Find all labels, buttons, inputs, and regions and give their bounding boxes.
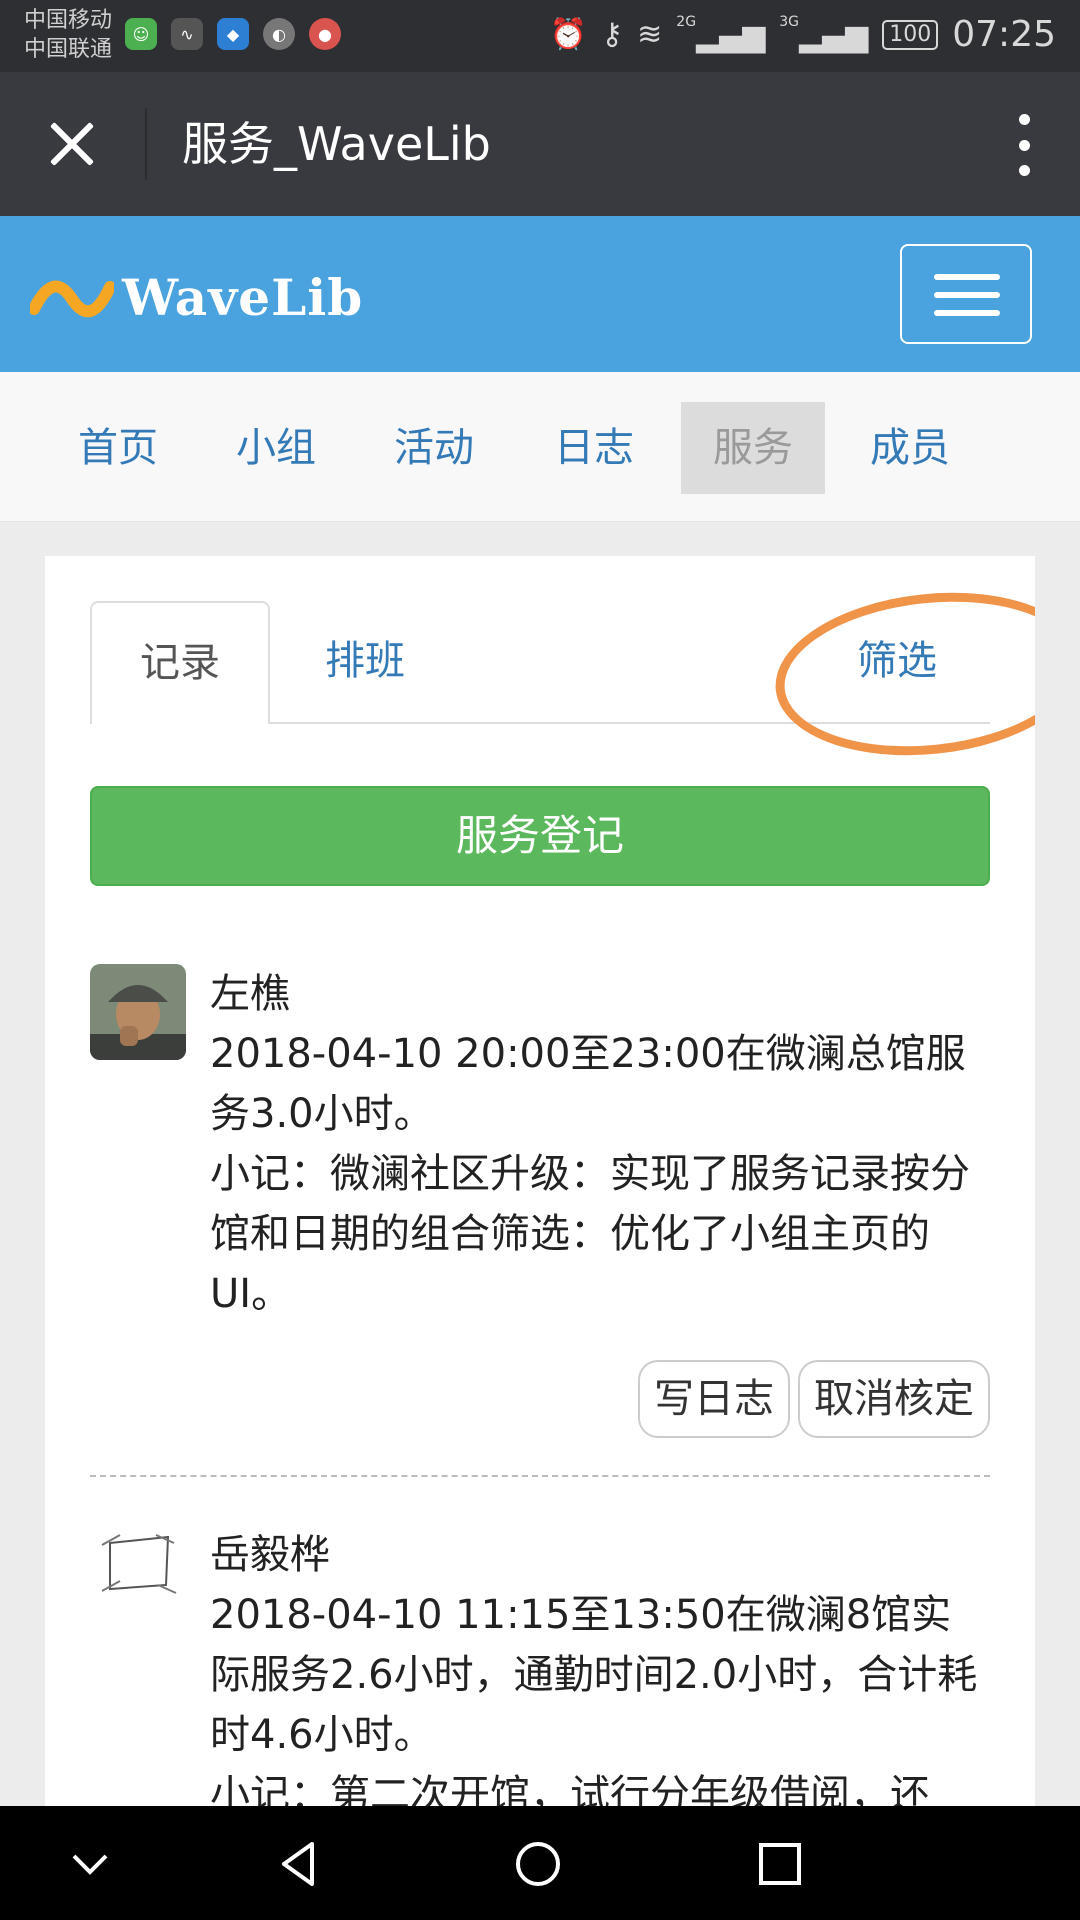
back-icon[interactable] bbox=[274, 1840, 322, 1888]
nav-item-groups[interactable]: 小组 bbox=[218, 402, 334, 494]
signal-3g: 3G▂▄▆ bbox=[779, 14, 869, 54]
nav-item-activities[interactable]: 活动 bbox=[376, 402, 492, 494]
home-icon[interactable] bbox=[514, 1840, 562, 1888]
battery-icon: 100 bbox=[882, 19, 939, 50]
record-author[interactable]: 左樵 bbox=[210, 964, 990, 1024]
app-icon: ◐ bbox=[263, 18, 295, 50]
status-right: ⏰ ⚷ ≋ 2G▂▄▆ 3G▂▄▆ 100 07:25 bbox=[550, 14, 1056, 55]
title-divider bbox=[145, 108, 147, 180]
record-author[interactable]: 岳毅桦 bbox=[210, 1525, 990, 1585]
alarm-icon: ⏰ bbox=[549, 17, 588, 52]
record-body: 岳毅桦 2018-04-10 11:15至13:50在微澜8馆实际服务2.6小时… bbox=[210, 1525, 990, 1825]
record-divider bbox=[90, 1475, 990, 1477]
page-title: 服务_WaveLib bbox=[182, 117, 491, 171]
nav-item-logs[interactable]: 日志 bbox=[536, 402, 652, 494]
nav-item-service[interactable]: 服务 bbox=[681, 402, 825, 494]
carrier-2: 中国联通 bbox=[24, 37, 113, 62]
app-icon-red: ● bbox=[309, 18, 341, 50]
carrier-1: 中国移动 bbox=[24, 8, 113, 33]
tab-record[interactable]: 记录 bbox=[90, 601, 270, 724]
write-log-button[interactable]: 写日志 bbox=[638, 1360, 790, 1438]
collapse-icon[interactable] bbox=[66, 1840, 114, 1888]
wave-logo-icon bbox=[30, 280, 114, 317]
security-icon: ◆ bbox=[217, 18, 249, 50]
system-nav-bar bbox=[0, 1806, 1080, 1920]
record-item: 左樵 2018-04-10 20:00至23:00在微澜总馆服务3.0小时。 小… bbox=[90, 964, 990, 1438]
logo-text: WaveLib bbox=[122, 268, 364, 327]
site-header: WaveLib bbox=[0, 216, 1080, 372]
signal-2g: 2G▂▄▆ bbox=[676, 14, 766, 54]
notification-icons: ☺ ∿ ◆ ◐ ● bbox=[125, 18, 341, 50]
recents-icon[interactable] bbox=[756, 1840, 804, 1888]
wifi-icon: ≋ bbox=[637, 17, 663, 52]
highlight-circle-annotation bbox=[767, 578, 1035, 770]
tab-schedule[interactable]: 排班 bbox=[325, 633, 405, 689]
nav-item-members[interactable]: 成员 bbox=[852, 402, 968, 494]
record-note: 小记：微澜社区升级：实现了服务记录按分馆和日期的组合筛选：优化了小组主页的UI。 bbox=[210, 1151, 970, 1317]
wechat-shield-icon: ☺ bbox=[125, 18, 157, 50]
close-icon[interactable] bbox=[40, 112, 104, 176]
record-detail: 2018-04-10 20:00至23:00在微澜总馆服务3.0小时。 bbox=[210, 1031, 966, 1137]
more-menu-icon[interactable] bbox=[1012, 114, 1036, 176]
content-card: 记录 排班 筛选 服务登记 左樵 2018-04-10 20:00至23:00在… bbox=[45, 556, 1035, 1920]
carrier-info: 中国移动 中国联通 bbox=[24, 6, 112, 64]
hamburger-menu-icon[interactable] bbox=[900, 244, 1032, 344]
record-body: 左樵 2018-04-10 20:00至23:00在微澜总馆服务3.0小时。 小… bbox=[210, 964, 990, 1324]
service-register-button[interactable]: 服务登记 bbox=[90, 786, 990, 886]
avatar[interactable] bbox=[90, 964, 186, 1060]
record-actions: 写日志 取消核定 bbox=[638, 1360, 990, 1438]
avatar[interactable] bbox=[90, 1525, 186, 1621]
activity-icon: ∿ bbox=[171, 18, 203, 50]
logo[interactable]: WaveLib bbox=[30, 268, 363, 327]
cancel-verify-button[interactable]: 取消核定 bbox=[798, 1360, 990, 1438]
record-detail: 2018-04-10 11:15至13:50在微澜8馆实际服务2.6小时，通勤时… bbox=[210, 1592, 978, 1758]
nav-item-home[interactable]: 首页 bbox=[60, 402, 176, 494]
status-bar: 中国移动 中国联通 ☺ ∿ ◆ ◐ ● ⏰ ⚷ ≋ 2G▂▄▆ 3G▂▄▆ 10… bbox=[0, 0, 1080, 72]
key-icon: ⚷ bbox=[601, 17, 624, 52]
clock: 07:25 bbox=[952, 14, 1056, 55]
main-nav: 首页 小组 活动 日志 服务 成员 bbox=[0, 372, 1080, 522]
title-bar: 服务_WaveLib bbox=[0, 72, 1080, 216]
